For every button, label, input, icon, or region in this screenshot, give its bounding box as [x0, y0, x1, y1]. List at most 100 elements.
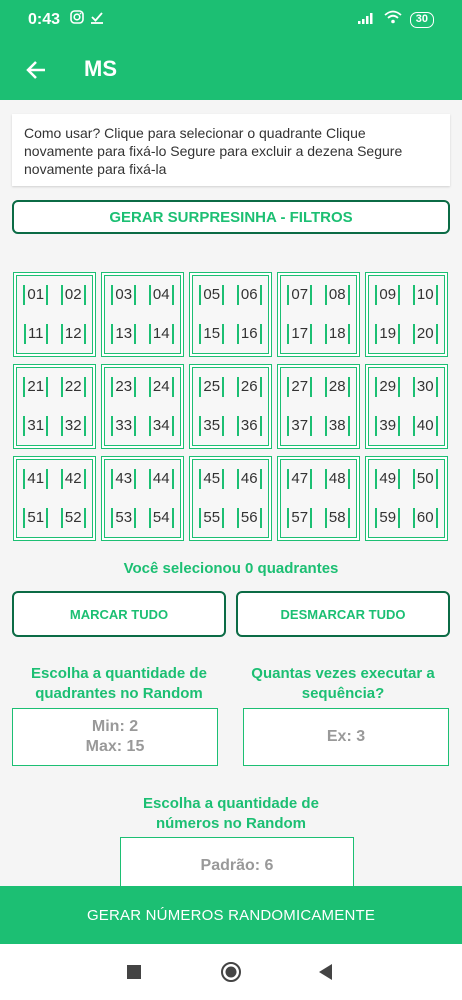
- number-cell[interactable]: 39: [375, 415, 401, 436]
- number-cell[interactable]: 47: [287, 469, 313, 490]
- recents-button[interactable]: [118, 958, 150, 986]
- number-cell[interactable]: 54: [148, 507, 174, 528]
- quadrant-inner: 43 44 53 54: [104, 459, 181, 538]
- number-cell[interactable]: 51: [23, 507, 49, 528]
- number-cell[interactable]: 07: [287, 285, 313, 306]
- number-cell[interactable]: 17: [287, 323, 313, 344]
- quadrant-inner: 05 06 15 16: [192, 275, 269, 354]
- status-right: 30: [357, 10, 434, 29]
- quadrant-1[interactable]: 01 02 11 12: [13, 272, 96, 357]
- quadrant-7[interactable]: 23 24 33 34: [101, 364, 184, 449]
- gerar-surpresinha-button[interactable]: GERAR SURPRESINHA - FILTROS: [12, 200, 450, 234]
- number-cell[interactable]: 24: [148, 377, 174, 398]
- quadrant-15[interactable]: 49 50 59 60: [365, 456, 448, 541]
- number-cell[interactable]: 27: [287, 377, 313, 398]
- number-cell[interactable]: 01: [23, 285, 49, 306]
- number-cell[interactable]: 45: [199, 469, 225, 490]
- quadrants-quantity-input[interactable]: Min: 2 Max: 15: [12, 708, 218, 766]
- quadrant-5[interactable]: 09 10 19 20: [365, 272, 448, 357]
- number-cell[interactable]: 11: [23, 323, 48, 344]
- quadrants-min-placeholder: Min: 2: [91, 718, 139, 735]
- number-cell[interactable]: 22: [60, 377, 86, 398]
- executions-input[interactable]: Ex: 3: [243, 708, 449, 766]
- quadrant-3[interactable]: 05 06 15 16: [189, 272, 272, 357]
- number-cell[interactable]: 55: [199, 507, 225, 528]
- arrow-left-icon: [26, 61, 45, 79]
- number-cell[interactable]: 60: [412, 507, 438, 528]
- number-cell[interactable]: 46: [236, 469, 262, 490]
- numbers-placeholder: Padrão: 6: [200, 857, 274, 874]
- number-cell[interactable]: 34: [148, 415, 174, 436]
- number-cell[interactable]: 56: [236, 507, 262, 528]
- number-cell[interactable]: 40: [412, 415, 438, 436]
- status-time: 0:43: [28, 11, 61, 28]
- number-cell[interactable]: 57: [287, 507, 313, 528]
- quadrant-2[interactable]: 03 04 13 14: [101, 272, 184, 357]
- home-circle-icon: [221, 962, 241, 982]
- quadrant-inner: 29 30 39 40: [368, 367, 445, 446]
- executions-label: Quantas vezes executar a sequência?: [251, 665, 435, 702]
- number-cell[interactable]: 48: [324, 469, 350, 490]
- number-cell[interactable]: 02: [60, 285, 86, 306]
- number-cell[interactable]: 58: [324, 507, 350, 528]
- quadrant-inner: 25 26 35 36: [192, 367, 269, 446]
- number-cell[interactable]: 23: [111, 377, 137, 398]
- quadrant-4[interactable]: 07 08 17 18: [277, 272, 360, 357]
- number-cell[interactable]: 19: [375, 323, 401, 344]
- quadrant-11[interactable]: 41 42 51 52: [13, 456, 96, 541]
- number-cell[interactable]: 31: [23, 415, 49, 436]
- number-cell[interactable]: 35: [199, 415, 225, 436]
- number-cell[interactable]: 06: [236, 285, 262, 306]
- number-cell[interactable]: 18: [324, 323, 350, 344]
- app-bar: MS: [0, 40, 462, 100]
- number-cell[interactable]: 04: [148, 285, 174, 306]
- number-cell[interactable]: 09: [375, 285, 401, 306]
- desmarcar-tudo-button[interactable]: DESMARCAR TUDO: [236, 591, 450, 637]
- quadrant-12[interactable]: 43 44 53 54: [101, 456, 184, 541]
- number-cell[interactable]: 41: [23, 469, 49, 490]
- number-cell[interactable]: 25: [199, 377, 225, 398]
- number-cell[interactable]: 15: [199, 323, 225, 344]
- number-cell[interactable]: 43: [111, 469, 137, 490]
- quadrant-14[interactable]: 47 48 57 58: [277, 456, 360, 541]
- quadrant-inner: 47 48 57 58: [280, 459, 357, 538]
- number-cell[interactable]: 14: [148, 323, 174, 344]
- gerar-numeros-button[interactable]: GERAR NÚMEROS RANDOMICAMENTE: [0, 886, 462, 944]
- number-cell[interactable]: 49: [375, 469, 401, 490]
- number-cell[interactable]: 16: [236, 323, 262, 344]
- number-cell[interactable]: 10: [412, 285, 438, 306]
- quadrant-9[interactable]: 27 28 37 38: [277, 364, 360, 449]
- number-cell[interactable]: 30: [412, 377, 438, 398]
- marcar-tudo-button[interactable]: MARCAR TUDO: [12, 591, 226, 637]
- number-cell[interactable]: 33: [111, 415, 137, 436]
- number-cell[interactable]: 38: [324, 415, 350, 436]
- number-cell[interactable]: 36: [236, 415, 262, 436]
- number-cell[interactable]: 53: [111, 507, 137, 528]
- number-cell[interactable]: 12: [60, 323, 86, 344]
- back-button[interactable]: [18, 52, 54, 88]
- number-cell[interactable]: 05: [199, 285, 225, 306]
- number-cell[interactable]: 26: [236, 377, 262, 398]
- quadrant-inner: 01 02 11 12: [16, 275, 93, 354]
- quadrant-13[interactable]: 45 46 55 56: [189, 456, 272, 541]
- back-nav-button[interactable]: [310, 958, 342, 986]
- number-cell[interactable]: 21: [23, 377, 49, 398]
- number-cell[interactable]: 50: [412, 469, 438, 490]
- number-cell[interactable]: 03: [111, 285, 137, 306]
- number-cell[interactable]: 28: [324, 377, 350, 398]
- number-cell[interactable]: 29: [375, 377, 401, 398]
- home-button[interactable]: [215, 958, 247, 986]
- number-cell[interactable]: 42: [60, 469, 86, 490]
- number-cell[interactable]: 59: [375, 507, 401, 528]
- signal-icon: [357, 11, 376, 29]
- number-cell[interactable]: 37: [287, 415, 313, 436]
- quadrant-10[interactable]: 29 30 39 40: [365, 364, 448, 449]
- number-cell[interactable]: 08: [324, 285, 350, 306]
- number-cell[interactable]: 32: [60, 415, 86, 436]
- quadrant-6[interactable]: 21 22 31 32: [13, 364, 96, 449]
- number-cell[interactable]: 44: [148, 469, 174, 490]
- number-cell[interactable]: 13: [111, 323, 137, 344]
- number-cell[interactable]: 20: [412, 323, 438, 344]
- number-cell[interactable]: 52: [60, 507, 86, 528]
- quadrant-8[interactable]: 25 26 35 36: [189, 364, 272, 449]
